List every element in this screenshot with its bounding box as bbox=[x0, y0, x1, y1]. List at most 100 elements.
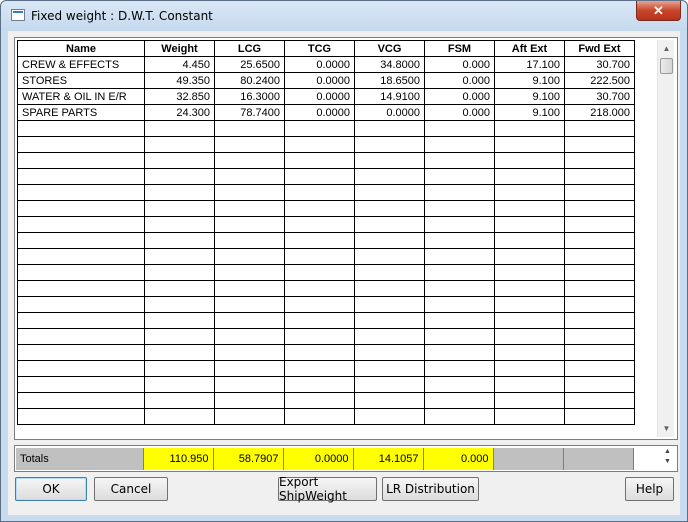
table-cell[interactable]: 80.2400 bbox=[214, 72, 285, 89]
table-cell[interactable] bbox=[284, 120, 355, 137]
table-cell[interactable] bbox=[354, 376, 425, 393]
table-cell[interactable] bbox=[354, 296, 425, 313]
table-cell[interactable] bbox=[354, 328, 425, 345]
empty-table-row[interactable] bbox=[17, 136, 635, 153]
table-cell[interactable] bbox=[17, 392, 145, 409]
table-cell[interactable] bbox=[144, 152, 215, 169]
table-row[interactable]: STORES 49.350 80.2400 0.0000 18.6500 0.000 9.1… bbox=[17, 72, 635, 89]
table-cell[interactable]: 16.3000 bbox=[214, 88, 285, 105]
table-cell[interactable] bbox=[284, 344, 355, 361]
empty-table-row[interactable] bbox=[17, 328, 635, 345]
table-cell[interactable] bbox=[354, 248, 425, 265]
table-cell[interactable] bbox=[564, 360, 635, 377]
table-cell[interactable] bbox=[17, 264, 145, 281]
table-cell[interactable] bbox=[17, 376, 145, 393]
table-cell[interactable] bbox=[494, 136, 565, 153]
table-cell[interactable] bbox=[144, 328, 215, 345]
table-cell[interactable] bbox=[17, 152, 145, 169]
table-cell[interactable] bbox=[17, 312, 145, 329]
table-cell[interactable] bbox=[144, 216, 215, 233]
table-cell[interactable] bbox=[144, 248, 215, 265]
table-cell[interactable] bbox=[214, 136, 285, 153]
table-cell[interactable] bbox=[424, 296, 495, 313]
table-cell[interactable] bbox=[214, 152, 285, 169]
table-cell[interactable] bbox=[354, 216, 425, 233]
table-cell[interactable] bbox=[214, 360, 285, 377]
vertical-scrollbar[interactable]: ▲ ▼ bbox=[657, 40, 674, 437]
table-cell[interactable] bbox=[17, 136, 145, 153]
table-cell[interactable] bbox=[564, 216, 635, 233]
table-cell[interactable] bbox=[214, 232, 285, 249]
table-cell[interactable] bbox=[354, 312, 425, 329]
table-cell[interactable] bbox=[564, 264, 635, 281]
empty-table-row[interactable] bbox=[17, 200, 635, 217]
empty-table-row[interactable] bbox=[17, 312, 635, 329]
table-cell[interactable] bbox=[494, 120, 565, 137]
export-shipweight-button[interactable]: Export ShipWeight bbox=[278, 475, 377, 503]
table-cell[interactable]: 0.0000 bbox=[284, 88, 355, 105]
table-cell[interactable] bbox=[354, 232, 425, 249]
table-cell[interactable] bbox=[494, 312, 565, 329]
table-cell[interactable] bbox=[17, 120, 145, 137]
table-cell[interactable] bbox=[494, 264, 565, 281]
table-cell[interactable]: STORES bbox=[17, 72, 145, 89]
table-cell[interactable] bbox=[564, 280, 635, 297]
spin-up-icon[interactable]: ▲ bbox=[659, 447, 676, 457]
table-cell[interactable]: 0.000 bbox=[424, 104, 495, 121]
column-header-fwd-ext[interactable]: Fwd Ext bbox=[564, 40, 635, 57]
table-cell[interactable]: 0.000 bbox=[424, 88, 495, 105]
empty-table-row[interactable] bbox=[17, 280, 635, 297]
table-cell[interactable]: 9.100 bbox=[494, 72, 565, 89]
table-cell[interactable]: 24.300 bbox=[144, 104, 215, 121]
table-cell[interactable] bbox=[494, 344, 565, 361]
table-cell[interactable] bbox=[214, 296, 285, 313]
table-cell[interactable] bbox=[354, 136, 425, 153]
table-cell[interactable] bbox=[494, 184, 565, 201]
table-cell[interactable] bbox=[564, 408, 635, 425]
table-cell[interactable] bbox=[17, 232, 145, 249]
table-cell[interactable] bbox=[284, 408, 355, 425]
empty-table-row[interactable] bbox=[17, 392, 635, 409]
table-cell[interactable] bbox=[17, 248, 145, 265]
table-cell[interactable] bbox=[424, 184, 495, 201]
table-cell[interactable] bbox=[17, 200, 145, 217]
table-cell[interactable] bbox=[354, 408, 425, 425]
table-cell[interactable] bbox=[354, 200, 425, 217]
table-cell[interactable] bbox=[494, 376, 565, 393]
table-cell[interactable] bbox=[214, 200, 285, 217]
table-cell[interactable] bbox=[424, 152, 495, 169]
table-cell[interactable] bbox=[564, 184, 635, 201]
table-cell[interactable] bbox=[144, 232, 215, 249]
table-cell[interactable] bbox=[284, 184, 355, 201]
column-header-aft-ext[interactable]: Aft Ext bbox=[494, 40, 565, 57]
table-cell[interactable] bbox=[424, 328, 495, 345]
table-cell[interactable] bbox=[494, 296, 565, 313]
table-cell[interactable] bbox=[564, 168, 635, 185]
table-cell[interactable] bbox=[144, 264, 215, 281]
table-cell[interactable] bbox=[284, 296, 355, 313]
table-cell[interactable] bbox=[284, 264, 355, 281]
table-cell[interactable] bbox=[17, 280, 145, 297]
table-cell[interactable] bbox=[214, 280, 285, 297]
table-cell[interactable] bbox=[494, 280, 565, 297]
table-cell[interactable] bbox=[214, 184, 285, 201]
table-cell[interactable] bbox=[424, 360, 495, 377]
scroll-up-icon[interactable]: ▲ bbox=[658, 40, 675, 57]
empty-table-row[interactable] bbox=[17, 248, 635, 265]
table-cell[interactable] bbox=[564, 312, 635, 329]
table-row[interactable]: SPARE PARTS 24.300 78.7400 0.0000 0.0000 0.00… bbox=[17, 104, 635, 121]
table-cell[interactable] bbox=[424, 200, 495, 217]
table-cell[interactable] bbox=[17, 360, 145, 377]
table-cell[interactable] bbox=[284, 248, 355, 265]
table-cell[interactable] bbox=[214, 248, 285, 265]
lr-distribution-button[interactable]: LR Distribution bbox=[382, 477, 479, 501]
empty-table-row[interactable] bbox=[17, 296, 635, 313]
column-header-name[interactable]: Name bbox=[17, 40, 145, 57]
table-cell[interactable] bbox=[284, 152, 355, 169]
table-cell[interactable] bbox=[564, 344, 635, 361]
table-cell[interactable]: 4.450 bbox=[144, 56, 215, 73]
table-cell[interactable] bbox=[214, 328, 285, 345]
cancel-button[interactable]: Cancel bbox=[94, 477, 168, 501]
empty-table-row[interactable] bbox=[17, 152, 635, 169]
table-cell[interactable] bbox=[494, 360, 565, 377]
